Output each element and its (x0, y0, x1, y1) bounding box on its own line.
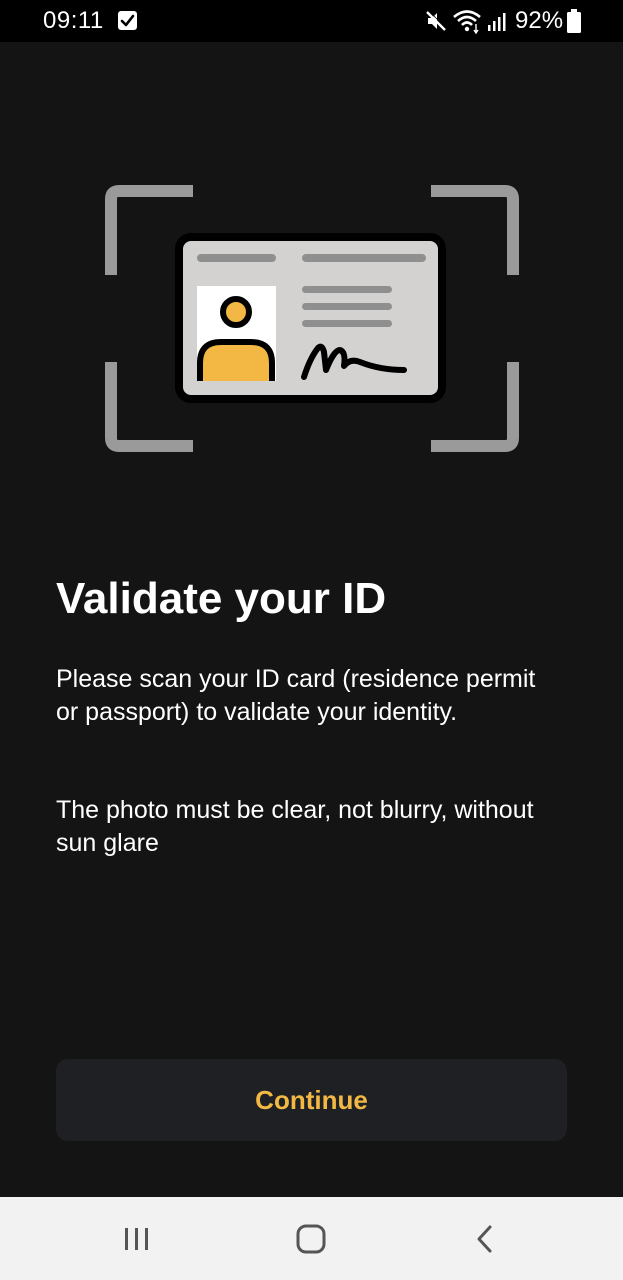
continue-button[interactable]: Continue (56, 1059, 567, 1141)
photo-requirements-text: The photo must be clear, not blurry, wit… (56, 796, 534, 857)
instructions-text: Please scan your ID card (residence perm… (56, 665, 536, 726)
page-title: Validate your ID (56, 574, 387, 623)
continue-button-label: Continue (255, 1084, 368, 1115)
recents-icon (125, 1228, 148, 1250)
battery-percent: 92% (515, 7, 564, 34)
status-time: 09:11 (43, 7, 104, 34)
home-icon (296, 1224, 326, 1254)
home-button[interactable] (289, 1217, 333, 1261)
status-bar: 09:11 92% (0, 0, 623, 42)
recents-button[interactable] (115, 1217, 159, 1261)
navigation-bar (0, 1197, 623, 1280)
wifi-icon (453, 10, 481, 34)
back-button[interactable] (464, 1217, 508, 1261)
back-icon (477, 1225, 492, 1253)
checkbox-notification-icon (118, 11, 137, 30)
signal-icon (488, 13, 506, 31)
id-card (175, 233, 446, 403)
id-card-scan-icon (105, 185, 519, 452)
mute-icon (426, 10, 447, 31)
battery-icon (567, 9, 581, 33)
